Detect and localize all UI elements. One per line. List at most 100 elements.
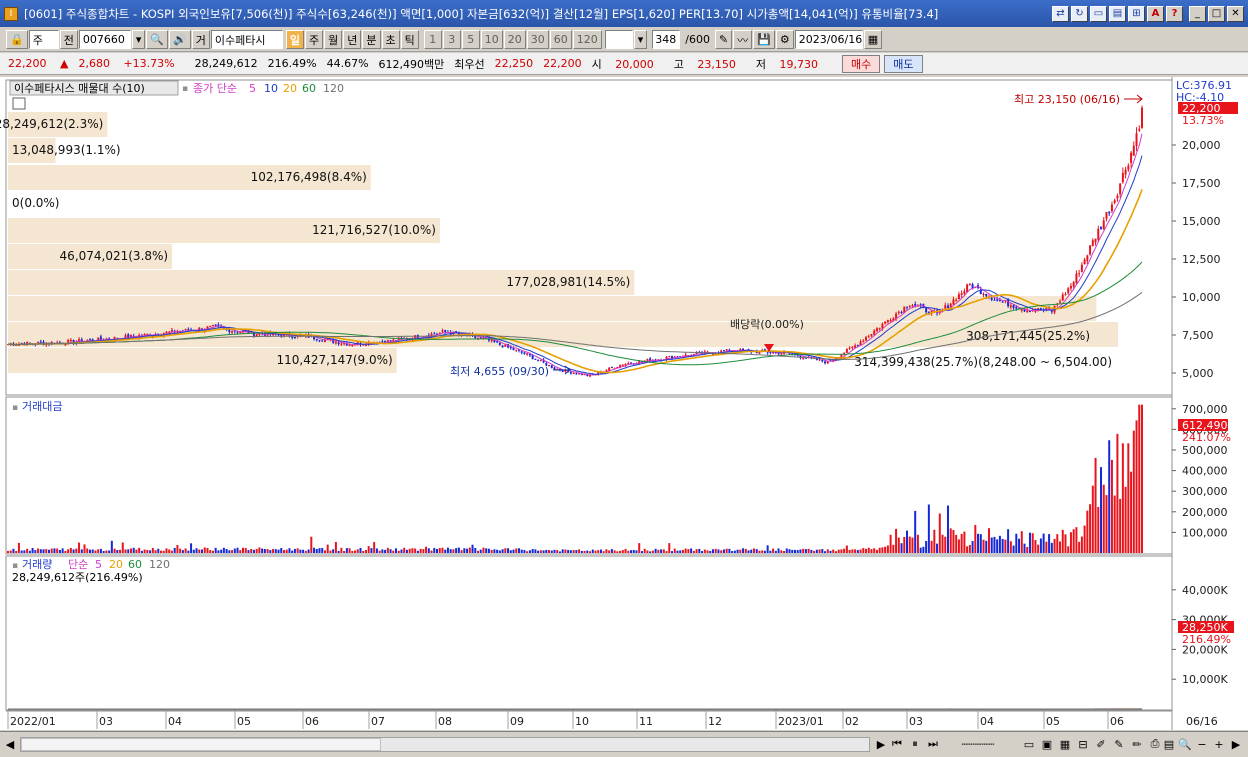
scroll-track[interactable] <box>20 737 870 752</box>
print-icon[interactable]: ⎙ <box>1148 736 1162 752</box>
scroll-left-icon[interactable]: ◀ <box>3 736 17 752</box>
candle-body <box>867 335 870 337</box>
amount-bar <box>599 549 602 553</box>
amount-bar <box>108 550 111 553</box>
brush-icon[interactable]: ✏ <box>1130 736 1144 752</box>
lock-icon[interactable]: 🔒 <box>6 30 28 49</box>
interval-input[interactable] <box>604 30 633 49</box>
amount-bar <box>583 550 586 553</box>
search-icon[interactable]: 🔍 <box>146 30 169 49</box>
count-input[interactable]: 348 <box>652 30 681 49</box>
candle-body <box>1075 273 1078 283</box>
interval-button-3[interactable]: 3 <box>442 30 461 49</box>
amount-bar <box>274 549 277 553</box>
period-button-0[interactable]: 일 <box>285 30 305 49</box>
gear-icon[interactable]: ⚙ <box>775 30 794 49</box>
stock-code-input[interactable]: 007660 <box>78 30 131 49</box>
buy-button[interactable]: 매수 <box>842 54 881 73</box>
chart-area[interactable]: 28,249,612(2.3%) 13,048,993(1.1%) 102,176,… <box>0 77 1248 730</box>
close-button[interactable]: ✕ <box>1227 5 1244 22</box>
play-icon[interactable]: ▶ <box>874 736 888 752</box>
grid-icon[interactable]: ▦ <box>1058 736 1072 752</box>
date-input[interactable]: 2023/06/16 <box>794 30 863 49</box>
scroll-thumb[interactable] <box>21 738 381 751</box>
amount-bar <box>39 549 42 553</box>
draw-icon[interactable]: ✐ <box>1094 736 1108 752</box>
fullscreen-icon[interactable]: ⊞ <box>1128 5 1145 22</box>
period-button-4[interactable]: 분 <box>362 30 381 49</box>
amount-bar <box>392 550 395 553</box>
candle-body <box>575 373 578 375</box>
zoom-icon[interactable]: 🔍 <box>1178 736 1192 752</box>
calendar-icon[interactable]: ▦ <box>863 30 883 49</box>
interval-button-10[interactable]: 10 <box>480 30 503 49</box>
amount-bar <box>26 548 29 553</box>
period-button-3[interactable]: 년 <box>343 30 362 49</box>
amount-bar <box>903 536 906 553</box>
interval-dropdown-icon[interactable]: ▾ <box>633 30 648 49</box>
stock-name-field[interactable]: 이수페타시 <box>210 30 283 49</box>
layout-icon[interactable]: ▭ <box>1022 736 1036 752</box>
period-button-1[interactable]: 주 <box>305 30 324 49</box>
horizontal-scrollbar[interactable]: ◀ ▶ ⏮ ⏸ ⏭ ┄┄┄┄┄ ▭ ▣ ▦ ⊟ ✐ ✎ ✏ ⎙ ▤ 🔍 − + … <box>0 731 1248 757</box>
compare-icon[interactable]: ⊟ <box>1076 736 1090 752</box>
candle-body <box>493 340 496 343</box>
dropdown-arrow-icon[interactable]: ▾ <box>131 30 146 49</box>
tool-icon[interactable]: ✎ <box>715 30 733 49</box>
x-tick-label: 02 <box>845 715 859 728</box>
amount-bar <box>1009 541 1012 553</box>
panel-icon[interactable]: ▣ <box>1040 736 1054 752</box>
amount-bar <box>731 551 734 553</box>
zoom-in-icon[interactable]: + <box>1212 736 1226 752</box>
screen-icon[interactable]: ▤ <box>1109 5 1126 22</box>
candle-body <box>821 360 824 362</box>
save-icon[interactable]: 💾 <box>753 30 775 49</box>
amount-bar <box>761 550 764 553</box>
zoom-out-icon[interactable]: − <box>1195 736 1209 752</box>
amount-bar <box>824 551 827 553</box>
interval-button-120[interactable]: 120 <box>572 30 602 49</box>
amount-bar <box>170 550 173 553</box>
link-icon[interactable]: ⇄ <box>1052 5 1069 22</box>
window-icon[interactable]: ▭ <box>1090 5 1107 22</box>
period-button-5[interactable]: 초 <box>381 30 400 49</box>
maximize-button[interactable]: □ <box>1208 5 1225 22</box>
sell-button[interactable]: 매도 <box>884 54 923 73</box>
chart-type-icon[interactable]: 〰 <box>733 30 753 49</box>
amount-bar <box>911 537 914 553</box>
candle-body <box>389 340 392 342</box>
candle-body <box>848 347 851 349</box>
amount-bar <box>192 549 195 553</box>
prev-button[interactable]: 전 <box>59 30 78 49</box>
market-button[interactable]: 거 <box>191 30 210 49</box>
amount-bar <box>1121 443 1124 553</box>
zoom-slider-icon[interactable]: ┄┄┄┄┄ <box>948 736 1008 752</box>
step-forward-icon[interactable]: ⏭ <box>926 736 940 752</box>
amount-bar <box>313 547 316 553</box>
scroll-right-icon[interactable]: ▶ <box>1229 736 1243 752</box>
volume-tick-label: 40,000K <box>1182 584 1228 597</box>
pen-icon[interactable]: ✎ <box>1112 736 1126 752</box>
interval-button-30[interactable]: 30 <box>526 30 549 49</box>
settings-small-icon[interactable]: ▤ <box>1162 736 1176 752</box>
speaker-icon[interactable]: 🔊 <box>169 30 191 49</box>
amount-bar <box>422 549 425 553</box>
candle-body <box>1132 145 1135 156</box>
amount-bar <box>867 547 870 553</box>
interval-button-20[interactable]: 20 <box>503 30 526 49</box>
period-button-6[interactable]: 틱 <box>400 30 419 49</box>
minimize-button[interactable]: _ <box>1189 5 1206 22</box>
refresh-icon[interactable]: ↻ <box>1071 5 1088 22</box>
price-tick-label: 17,500 <box>1182 177 1221 190</box>
help-icon[interactable]: ? <box>1166 5 1183 22</box>
period-button-2[interactable]: 월 <box>324 30 343 49</box>
period-select[interactable]: 주 <box>28 30 59 49</box>
step-back-icon[interactable]: ⏮ <box>890 736 904 752</box>
chart-canvas[interactable]: 28,249,612(2.3%) 13,048,993(1.1%) 102,176,… <box>0 77 1248 730</box>
font-icon[interactable]: A <box>1147 5 1164 22</box>
pause-icon[interactable]: ⏸ <box>908 736 922 752</box>
date-value: 2023/06/16 <box>798 33 863 46</box>
interval-button-1[interactable]: 1 <box>423 30 442 49</box>
interval-button-60[interactable]: 60 <box>549 30 572 49</box>
interval-button-5[interactable]: 5 <box>461 30 480 49</box>
